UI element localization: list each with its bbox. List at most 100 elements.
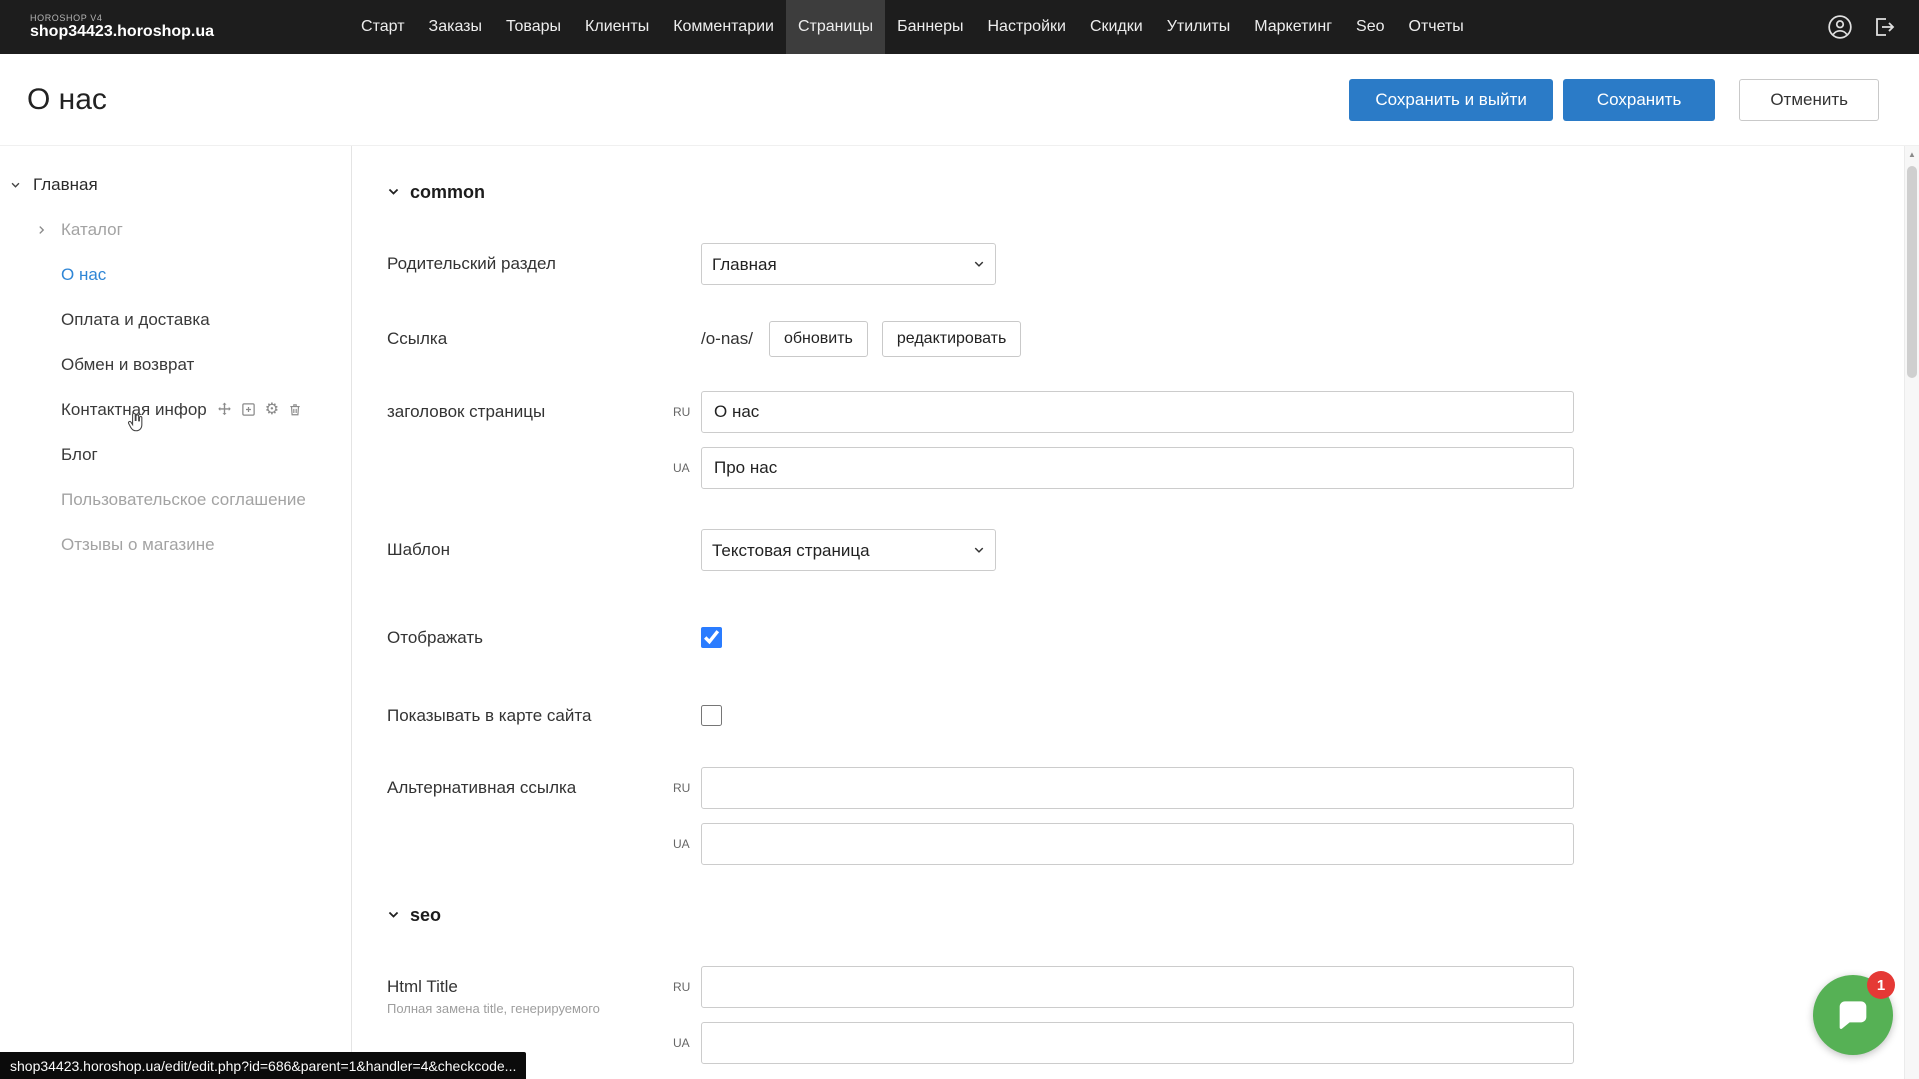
menu-item-start[interactable]: Старт bbox=[349, 0, 416, 54]
parent-section-select-wrap: Главная bbox=[701, 243, 996, 285]
sidebar-item-label: Главная bbox=[33, 175, 98, 195]
settings-gear-icon[interactable]: ⚙ bbox=[265, 402, 279, 418]
sidebar-item-about[interactable]: О нас bbox=[0, 252, 351, 297]
lang-ua-badge: UA bbox=[673, 447, 701, 489]
html-title-label: Html Title bbox=[387, 966, 673, 998]
page-title: О нас bbox=[27, 83, 107, 117]
html-title-label-block: Html Title Полная замена title, генериру… bbox=[387, 966, 673, 1017]
template-label: Шаблон bbox=[387, 529, 673, 571]
menu-item-banners[interactable]: Баннеры bbox=[885, 0, 975, 54]
menu-item-reports[interactable]: Отчеты bbox=[1397, 0, 1476, 54]
page: HOROSHOP V4 shop34423.horoshop.ua Старт … bbox=[0, 0, 1919, 1079]
sidebar-item-contact-info[interactable]: Контактная инфор ⚙ bbox=[0, 387, 351, 432]
parent-section-select[interactable]: Главная bbox=[701, 243, 996, 285]
add-page-icon[interactable] bbox=[241, 402, 256, 417]
menu-item-orders[interactable]: Заказы bbox=[417, 0, 494, 54]
page-title-label: заголовок страницы bbox=[387, 391, 673, 433]
section-common-header[interactable]: common bbox=[387, 182, 1919, 203]
scroll-up-arrow-icon[interactable]: ▲ bbox=[1905, 146, 1919, 162]
html-title-row: Html Title Полная замена title, генериру… bbox=[387, 966, 1919, 1064]
save-button[interactable]: Сохранить bbox=[1563, 79, 1715, 121]
display-label: Отображать bbox=[387, 617, 673, 659]
menu-item-products[interactable]: Товары bbox=[494, 0, 573, 54]
sitemap-row: Показывать в карте сайта bbox=[387, 695, 1919, 737]
page-edit-form: common Родительский раздел Главная Ссылк… bbox=[352, 146, 1919, 1079]
menu-item-clients[interactable]: Клиенты bbox=[573, 0, 661, 54]
pages-tree-sidebar: Главная Каталог О нас Оплата и доставка … bbox=[0, 146, 352, 1079]
menu-item-seo[interactable]: Seo bbox=[1344, 0, 1396, 54]
sidebar-item-label: Обмен и возврат bbox=[61, 355, 194, 375]
vertical-scrollbar[interactable]: ▲ bbox=[1904, 146, 1919, 1079]
body: Главная Каталог О нас Оплата и доставка … bbox=[0, 146, 1919, 1079]
parent-section-row: Родительский раздел Главная bbox=[387, 243, 1919, 285]
template-row: Шаблон Текстовая страница bbox=[387, 529, 1919, 571]
menu-item-comments[interactable]: Комментарии bbox=[661, 0, 786, 54]
tree-item-tools: ⚙ bbox=[217, 402, 302, 418]
section-seo-title: seo bbox=[410, 905, 441, 926]
menu-item-marketing[interactable]: Маркетинг bbox=[1242, 0, 1344, 54]
topbar-icons bbox=[1827, 0, 1919, 54]
sidebar-item-store-reviews[interactable]: Отзывы о магазине bbox=[0, 522, 351, 567]
sidebar-item-payment-delivery[interactable]: Оплата и доставка bbox=[0, 297, 351, 342]
page-header: О нас Сохранить и выйти Сохранить Отмени… bbox=[0, 54, 1919, 146]
section-common-title: common bbox=[410, 182, 485, 203]
cancel-button[interactable]: Отменить bbox=[1739, 79, 1879, 121]
account-icon[interactable] bbox=[1827, 14, 1853, 40]
sidebar-item-blog[interactable]: Блог bbox=[0, 432, 351, 477]
display-row: Отображать bbox=[387, 617, 1919, 659]
alt-link-ru-input[interactable] bbox=[701, 767, 1574, 809]
page-title-ru-input[interactable] bbox=[701, 391, 1574, 433]
display-checkbox[interactable] bbox=[701, 627, 722, 648]
sidebar-item-label: Блог bbox=[61, 445, 98, 465]
sidebar-item-label: Контактная инфор bbox=[61, 400, 207, 420]
section-seo-header[interactable]: seo bbox=[387, 905, 1919, 926]
chevron-right-icon bbox=[36, 224, 47, 235]
html-title-hint: Полная замена title, генерируемого bbox=[387, 1000, 673, 1017]
lang-ru-badge: RU bbox=[673, 391, 701, 433]
sidebar-item-label: Пользовательское соглашение bbox=[61, 490, 306, 510]
alt-link-label: Альтернативная ссылка bbox=[387, 767, 673, 809]
lang-ru-badge: RU bbox=[673, 767, 701, 809]
sidebar-item-user-agreement[interactable]: Пользовательское соглашение bbox=[0, 477, 351, 522]
delete-trash-icon[interactable] bbox=[288, 402, 302, 417]
topbar: HOROSHOP V4 shop34423.horoshop.ua Старт … bbox=[0, 0, 1919, 54]
logout-icon[interactable] bbox=[1871, 15, 1895, 39]
html-title-ua-input[interactable] bbox=[701, 1022, 1574, 1064]
brand-domain: shop34423.horoshop.ua bbox=[30, 23, 214, 41]
lang-ua-badge: UA bbox=[673, 823, 701, 865]
brand-version: HOROSHOP V4 bbox=[30, 13, 214, 23]
chat-bubble-icon bbox=[1833, 995, 1873, 1035]
brand: HOROSHOP V4 shop34423.horoshop.ua bbox=[30, 0, 214, 54]
parent-section-label: Родительский раздел bbox=[387, 243, 673, 285]
template-select[interactable]: Текстовая страница bbox=[701, 529, 996, 571]
template-select-wrap: Текстовая страница bbox=[701, 529, 996, 571]
chat-widget-button[interactable]: 1 bbox=[1813, 975, 1893, 1055]
status-bar-url: shop34423.horoshop.ua/edit/edit.php?id=6… bbox=[0, 1052, 526, 1079]
chat-unread-badge: 1 bbox=[1867, 971, 1895, 999]
scrollbar-thumb[interactable] bbox=[1907, 166, 1917, 378]
section-seo: seo Html Title Полная замена title, гене… bbox=[387, 905, 1919, 1064]
drag-move-icon[interactable] bbox=[217, 402, 232, 417]
lang-ua-badge: UA bbox=[673, 1022, 701, 1064]
menu-item-utilities[interactable]: Утилиты bbox=[1155, 0, 1243, 54]
link-edit-button[interactable]: редактировать bbox=[882, 321, 1021, 357]
alt-link-ua-input[interactable] bbox=[701, 823, 1574, 865]
sidebar-item-label: О нас bbox=[61, 265, 106, 285]
page-title-ua-input[interactable] bbox=[701, 447, 1574, 489]
menu-item-discounts[interactable]: Скидки bbox=[1078, 0, 1155, 54]
save-exit-button[interactable]: Сохранить и выйти bbox=[1349, 79, 1552, 121]
sitemap-label: Показывать в карте сайта bbox=[387, 695, 673, 737]
sidebar-item-home[interactable]: Главная bbox=[0, 162, 351, 207]
sidebar-item-label: Оплата и доставка bbox=[61, 310, 210, 330]
html-title-ru-input[interactable] bbox=[701, 966, 1574, 1008]
link-update-button[interactable]: обновить bbox=[769, 321, 868, 357]
sidebar-item-catalog[interactable]: Каталог bbox=[0, 207, 351, 252]
sidebar-item-exchange-return[interactable]: Обмен и возврат bbox=[0, 342, 351, 387]
link-url-value: /o-nas/ bbox=[701, 321, 753, 357]
page-title-row: заголовок страницы RU UA bbox=[387, 391, 1919, 489]
lang-ru-badge: RU bbox=[673, 966, 701, 1008]
chevron-down-icon bbox=[387, 905, 400, 926]
menu-item-settings[interactable]: Настройки bbox=[975, 0, 1077, 54]
menu-item-pages[interactable]: Страницы bbox=[786, 0, 885, 54]
sitemap-checkbox[interactable] bbox=[701, 705, 722, 726]
